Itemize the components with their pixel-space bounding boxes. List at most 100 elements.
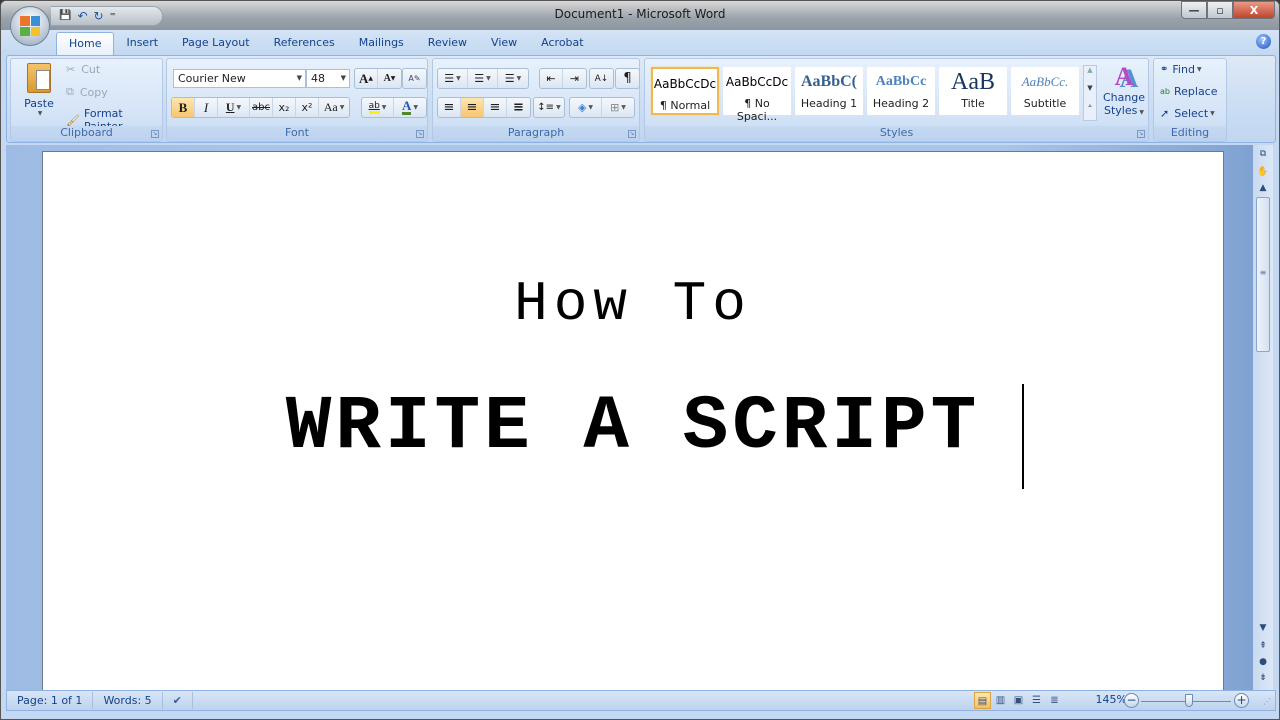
zoom-slider-thumb[interactable] xyxy=(1185,694,1193,707)
customize-qat-icon[interactable]: ⁼ xyxy=(110,9,116,23)
increase-indent-button[interactable]: ⇥ xyxy=(563,69,586,88)
font-size-combo[interactable]: 48 ▼ xyxy=(306,69,350,88)
full-screen-reading-icon[interactable]: ▥ xyxy=(992,692,1009,709)
document-page[interactable]: How To WRITE A SCRIPT xyxy=(42,151,1224,696)
shrink-font-button[interactable]: A ▼ xyxy=(378,69,401,88)
italic-button[interactable]: I xyxy=(195,98,218,117)
tab-page-layout[interactable]: Page Layout xyxy=(170,32,262,55)
paragraph-group: ☰ ▼ ☰ ▼ ☰ ▼ ⇤ ⇥ A↓ ¶ ≡ ≡ ≡ ≡ ↕≡ ▼ ◈ ▼ ⊞ … xyxy=(432,58,640,142)
paragraph-dialog-launcher[interactable]: ↘ xyxy=(628,130,636,138)
align-left-button[interactable]: ≡ xyxy=(438,98,461,117)
browse-object-icon[interactable]: ● xyxy=(1255,657,1271,667)
close-button[interactable]: X xyxy=(1233,1,1275,19)
copy-button[interactable]: ⧉ Copy xyxy=(66,85,108,99)
show-hide-marks-button[interactable]: ¶ xyxy=(616,69,639,88)
tab-acrobat[interactable]: Acrobat xyxy=(529,32,595,55)
tab-insert[interactable]: Insert xyxy=(114,32,170,55)
font-dialog-launcher[interactable]: ↘ xyxy=(416,130,424,138)
tab-references[interactable]: References xyxy=(262,32,347,55)
pilcrow-icon: ¶ xyxy=(623,71,632,86)
clipboard-dialog-launcher[interactable]: ↘ xyxy=(151,130,159,138)
justify-button[interactable]: ≡ xyxy=(507,98,530,117)
previous-page-icon[interactable]: ⇞ xyxy=(1255,641,1271,651)
paintbrush-icon: 🖌 xyxy=(66,113,80,127)
maximize-button[interactable]: ▫ xyxy=(1207,1,1233,19)
print-layout-icon[interactable]: ▤ xyxy=(974,692,991,709)
office-button[interactable] xyxy=(10,6,50,46)
cut-button[interactable]: ✂ Cut xyxy=(66,63,100,76)
replace-button[interactable]: ab Replace xyxy=(1160,85,1218,98)
style-title[interactable]: AaB Title xyxy=(939,67,1007,115)
clear-formatting-icon: A✎ xyxy=(408,74,421,83)
scroll-thumb[interactable]: ≡ xyxy=(1256,197,1270,352)
borders-button[interactable]: ⊞ ▼ xyxy=(602,98,634,117)
decrease-indent-button[interactable]: ⇤ xyxy=(540,69,563,88)
document-line-2[interactable]: WRITE A SCRIPT xyxy=(43,384,1223,470)
document-line-1[interactable]: How To xyxy=(43,272,1223,336)
next-page-icon[interactable]: ⇟ xyxy=(1255,673,1271,683)
scroll-up-arrow[interactable]: ▲ xyxy=(1255,183,1271,193)
word-count[interactable]: Words: 5 xyxy=(93,692,163,709)
line-spacing-button[interactable]: ↕≡ ▼ xyxy=(534,98,564,117)
grow-font-button[interactable]: A ▲ xyxy=(355,69,378,88)
font-size-value: 48 xyxy=(311,72,325,85)
page-count[interactable]: Page: 1 of 1 xyxy=(7,692,94,709)
gallery-scroll-up[interactable]: ▲ xyxy=(1084,66,1096,84)
scroll-down-arrow[interactable]: ▼ xyxy=(1255,623,1271,633)
bullets-button[interactable]: ☰ ▼ xyxy=(438,69,468,88)
change-case-button[interactable]: Aa ▼ xyxy=(319,98,349,117)
styles-dialog-launcher[interactable]: ↘ xyxy=(1137,130,1145,138)
sort-button[interactable]: A↓ xyxy=(590,69,613,88)
outline-icon[interactable]: ☰ xyxy=(1028,692,1045,709)
tab-mailings[interactable]: Mailings xyxy=(347,32,416,55)
numbering-button[interactable]: ☰ ▼ xyxy=(468,69,498,88)
ribbon-tabs-bar: Home Insert Page Layout References Maili… xyxy=(1,30,1279,55)
align-right-button[interactable]: ≡ xyxy=(484,98,507,117)
draft-icon[interactable]: ≣ xyxy=(1046,692,1063,709)
paste-button[interactable]: Paste ▼ xyxy=(19,63,59,123)
highlight-button[interactable]: ab ▼ xyxy=(362,98,394,117)
clipboard-group: Paste ▼ ✂ Cut ⧉ Copy 🖌 Format Painter Cl… xyxy=(10,58,163,142)
zoom-out-button[interactable]: − xyxy=(1124,693,1139,708)
paragraph-group-label: Paragraph xyxy=(433,126,639,141)
undo-icon[interactable]: ↶ xyxy=(77,9,87,23)
align-center-button[interactable]: ≡ xyxy=(461,98,484,117)
find-button[interactable]: ⚭ Find ▼ xyxy=(1160,63,1202,76)
resize-grip-icon[interactable]: ⋰ xyxy=(1263,697,1271,706)
help-icon[interactable]: ? xyxy=(1256,34,1271,49)
tab-view[interactable]: View xyxy=(479,32,529,55)
bold-button[interactable]: B xyxy=(172,98,195,117)
vertical-scrollbar[interactable]: ⧉ ✋ ▲ ≡ ▼ ⇞ ● ⇟ xyxy=(1253,145,1273,690)
gallery-more[interactable]: ⩡ xyxy=(1084,102,1096,120)
style-subtitle[interactable]: AaBbCc. Subtitle xyxy=(1011,67,1079,115)
superscript-button[interactable]: x² xyxy=(296,98,319,117)
minimize-button[interactable]: — xyxy=(1181,1,1207,19)
clear-formatting-button[interactable]: A✎ xyxy=(403,69,426,88)
underline-button[interactable]: U ▼ xyxy=(218,98,250,117)
style-normal[interactable]: AaBbCcDc ¶ Normal xyxy=(651,67,719,115)
zoom-level[interactable]: 145% xyxy=(1096,693,1127,706)
tab-home[interactable]: Home xyxy=(56,32,115,55)
gallery-scroll-down[interactable]: ▼ xyxy=(1084,84,1096,102)
style-no-spacing[interactable]: AaBbCcDc ¶ No Spaci... xyxy=(723,67,791,123)
tab-review[interactable]: Review xyxy=(416,32,479,55)
multilevel-list-button[interactable]: ☰ ▼ xyxy=(498,69,528,88)
style-heading-1[interactable]: AaBbC( Heading 1 xyxy=(795,67,863,115)
change-styles-label: Change xyxy=(1102,91,1146,104)
zoom-in-button[interactable]: + xyxy=(1234,693,1249,708)
shading-button[interactable]: ◈ ▼ xyxy=(570,98,602,117)
borders-icon: ⊞ xyxy=(610,101,620,114)
change-styles-button[interactable]: A Change Styles ▼ xyxy=(1101,63,1147,125)
view-ruler-icon[interactable]: ⧉ xyxy=(1255,149,1271,159)
hand-icon[interactable]: ✋ xyxy=(1255,167,1271,177)
select-button[interactable]: ➚ Select ▼ xyxy=(1160,107,1215,120)
font-name-combo[interactable]: Courier New ▼ xyxy=(173,69,306,88)
strikethrough-button[interactable]: abc xyxy=(250,98,273,117)
save-icon[interactable]: 💾 xyxy=(59,9,71,23)
font-color-button[interactable]: A ▼ xyxy=(394,98,426,117)
proofing-icon[interactable]: ✔ xyxy=(163,692,193,709)
redo-icon[interactable]: ↻ xyxy=(94,9,104,23)
web-layout-icon[interactable]: ▣ xyxy=(1010,692,1027,709)
subscript-button[interactable]: x₂ xyxy=(273,98,296,117)
style-heading-2[interactable]: AaBbCc Heading 2 xyxy=(867,67,935,115)
